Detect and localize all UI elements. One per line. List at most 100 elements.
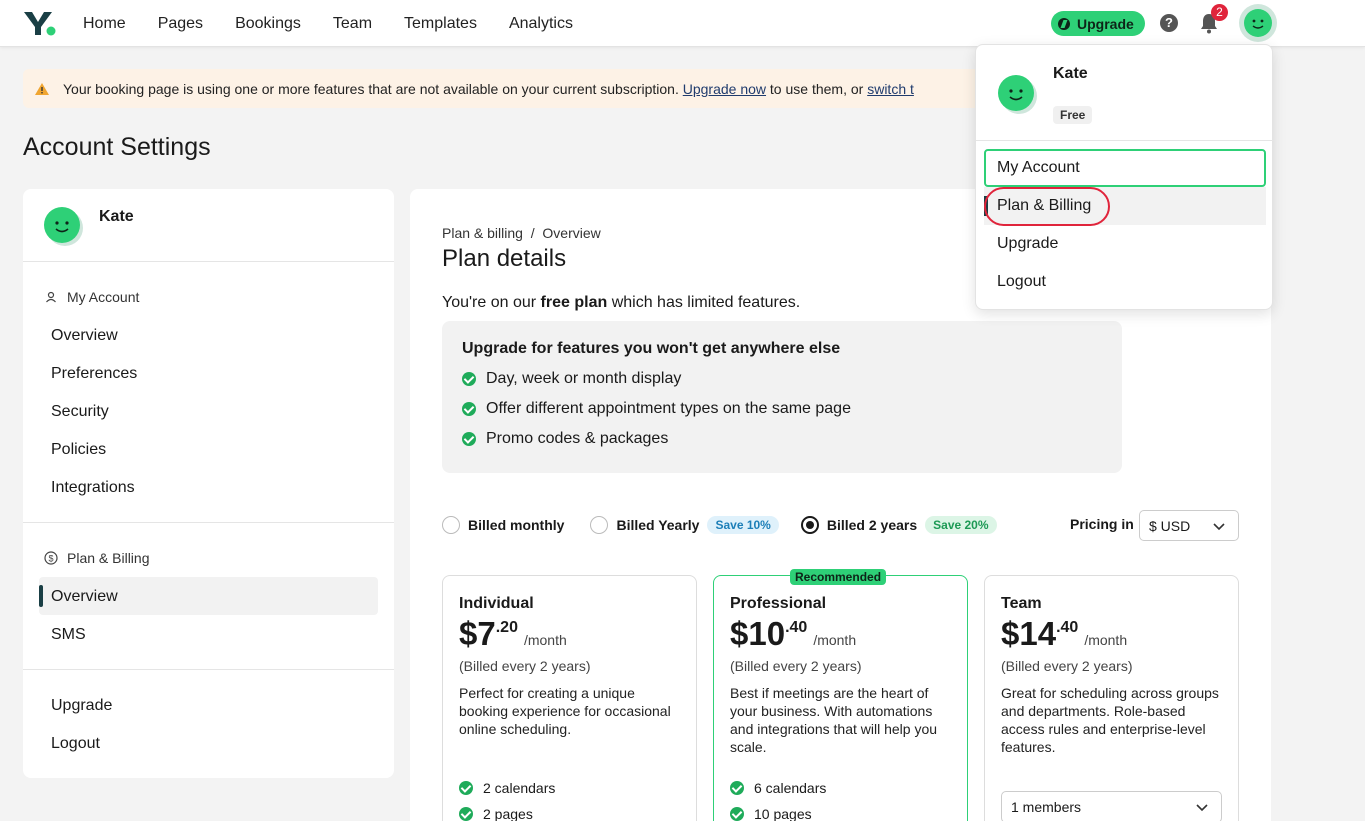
plan-description: Perfect for creating a unique booking ex… — [459, 685, 671, 737]
nav-home[interactable]: Home — [83, 15, 126, 33]
section-my-account-label: My Account — [67, 289, 140, 305]
subscription-warning-banner: Your booking page is using one or more f… — [23, 69, 983, 108]
menu-item-upgrade[interactable]: Upgrade — [984, 225, 1266, 263]
plan-feature-label: 10 pages — [754, 806, 812, 821]
warning-icon — [35, 82, 49, 95]
plan-details-title: Plan details — [442, 245, 567, 272]
check-icon — [730, 781, 744, 795]
plan-feature: 2 pages — [459, 806, 533, 821]
billed-note: (Billed every 2 years) — [730, 658, 862, 674]
plan-price: $14 .40 /month — [1001, 614, 1127, 654]
breadcrumb-parent[interactable]: Plan & billing — [442, 225, 523, 241]
chevron-down-icon — [1196, 804, 1208, 812]
nav-pages[interactable]: Pages — [158, 15, 203, 33]
breadcrumb-separator: / — [530, 225, 535, 241]
active-indicator — [39, 585, 43, 607]
check-icon — [459, 807, 473, 821]
main-nav: Home Pages Bookings Team Templates Analy… — [83, 0, 605, 47]
plan-card-team[interactable]: Team $14 .40 /month (Billed every 2 year… — [984, 575, 1239, 821]
price-dollars: $14 — [1001, 615, 1057, 652]
check-icon — [462, 432, 476, 446]
switch-link[interactable]: switch t — [867, 81, 914, 97]
plan-feature: 2 calendars — [459, 780, 555, 796]
billed-yearly-radio[interactable] — [590, 516, 609, 534]
check-icon — [462, 372, 476, 386]
help-icon[interactable]: ? — [1160, 14, 1178, 32]
members-value: 1 members — [1011, 799, 1082, 815]
sidebar-item-logout[interactable]: Logout — [51, 735, 100, 753]
plan-description: Great for scheduling across groups and d… — [1001, 685, 1219, 755]
feature-label: Day, week or month display — [486, 370, 682, 387]
banner-text: Your booking page is using one or more f… — [63, 80, 679, 97]
billed-2-years-radio[interactable] — [800, 516, 819, 534]
section-plan-billing-label: Plan & Billing — [67, 550, 150, 566]
upgrade-now-link[interactable]: Upgrade now — [683, 81, 766, 97]
sidebar-item-billing-overview[interactable]: Overview — [51, 588, 118, 606]
sidebar-item-integrations[interactable]: Integrations — [51, 479, 135, 497]
free-plan-suffix: which has limited features. — [611, 294, 801, 311]
price-period: /month — [1084, 632, 1128, 648]
price-dollars: $7 — [459, 615, 496, 652]
user-dropdown-menu: Kate Free My Account Plan & Billing Upgr… — [975, 44, 1274, 310]
currency-value: $ USD — [1149, 517, 1191, 534]
plan-feature-label: 2 pages — [483, 806, 533, 821]
notification-count-badge: 2 — [1211, 4, 1228, 21]
recommended-badge: Recommended — [790, 569, 887, 585]
price-period: /month — [523, 632, 567, 648]
members-select[interactable]: 1 members — [1001, 791, 1222, 821]
sidebar-item-upgrade[interactable]: Upgrade — [51, 697, 112, 715]
features-title: Upgrade for features you won't get anywh… — [462, 340, 841, 357]
sidebar-item-preferences[interactable]: Preferences — [51, 365, 137, 383]
page-title: Account Settings — [23, 133, 211, 161]
price-cents: .20 — [495, 619, 518, 636]
section-my-account: My Account — [43, 289, 139, 305]
check-icon — [459, 781, 473, 795]
price-cents: .40 — [785, 619, 808, 636]
youcanbook-logo-icon[interactable] — [23, 10, 57, 36]
plan-card-individual[interactable]: Individual $7 .20 /month (Billed every 2… — [442, 575, 697, 821]
sidebar-item-policies[interactable]: Policies — [51, 441, 106, 459]
divider — [23, 522, 394, 523]
billed-yearly-label[interactable]: Billed Yearly — [616, 517, 699, 533]
user-avatar-button[interactable] — [1239, 4, 1277, 42]
upgrade-button-label: Upgrade — [1077, 15, 1134, 32]
sidebar-item-overview[interactable]: Overview — [51, 327, 118, 345]
currency-select[interactable]: $ USD — [1139, 510, 1239, 541]
section-plan-billing: $ Plan & Billing — [43, 550, 150, 566]
plan-feature: 10 pages — [730, 806, 812, 821]
settings-sidebar: Kate My Account Overview Preferences Sec… — [23, 189, 394, 778]
nav-analytics[interactable]: Analytics — [509, 15, 573, 33]
billed-note: (Billed every 2 years) — [459, 658, 591, 674]
nav-bookings[interactable]: Bookings — [235, 15, 301, 33]
pricing-in-label: Pricing in — [1070, 516, 1134, 532]
price-dollars: $10 — [730, 615, 786, 652]
nav-templates[interactable]: Templates — [404, 15, 477, 33]
plan-feature-label: 2 calendars — [483, 780, 556, 796]
bolt-icon — [1058, 17, 1070, 30]
sidebar-item-sms[interactable]: SMS — [51, 626, 86, 644]
billed-monthly-label[interactable]: Billed monthly — [468, 517, 564, 533]
price-cents: .40 — [1056, 619, 1079, 636]
plan-card-professional[interactable]: Recommended Professional $10 .40 /month … — [713, 569, 968, 821]
divider — [976, 140, 1274, 141]
breadcrumb: Plan & billing / Overview — [442, 225, 601, 241]
price-period: /month — [813, 632, 857, 648]
upgrade-features-box: Upgrade for features you won't get anywh… — [442, 321, 1122, 473]
check-icon — [730, 807, 744, 821]
menu-item-plan-billing[interactable]: Plan & Billing — [984, 187, 1266, 225]
plan-price: $10 .40 /month — [730, 614, 856, 654]
upgrade-button[interactable]: Upgrade — [1051, 11, 1145, 36]
billed-2-years-label[interactable]: Billed 2 years — [827, 517, 917, 533]
feature-label: Offer different appointment types on the… — [486, 400, 851, 417]
feature-row: Offer different appointment types on the… — [462, 400, 851, 418]
save-10-badge: Save 10% — [707, 516, 779, 534]
menu-item-my-account[interactable]: My Account — [984, 149, 1266, 187]
plan-price: $7 .20 /month — [459, 614, 567, 654]
smiley-avatar-icon — [1244, 9, 1272, 37]
nav-team[interactable]: Team — [333, 15, 372, 33]
user-avatar-icon — [998, 75, 1037, 114]
menu-item-logout[interactable]: Logout — [984, 263, 1266, 301]
banner-text-middle: to use them, or — [769, 80, 864, 97]
sidebar-item-security[interactable]: Security — [51, 403, 109, 421]
billed-monthly-radio[interactable] — [442, 516, 460, 534]
